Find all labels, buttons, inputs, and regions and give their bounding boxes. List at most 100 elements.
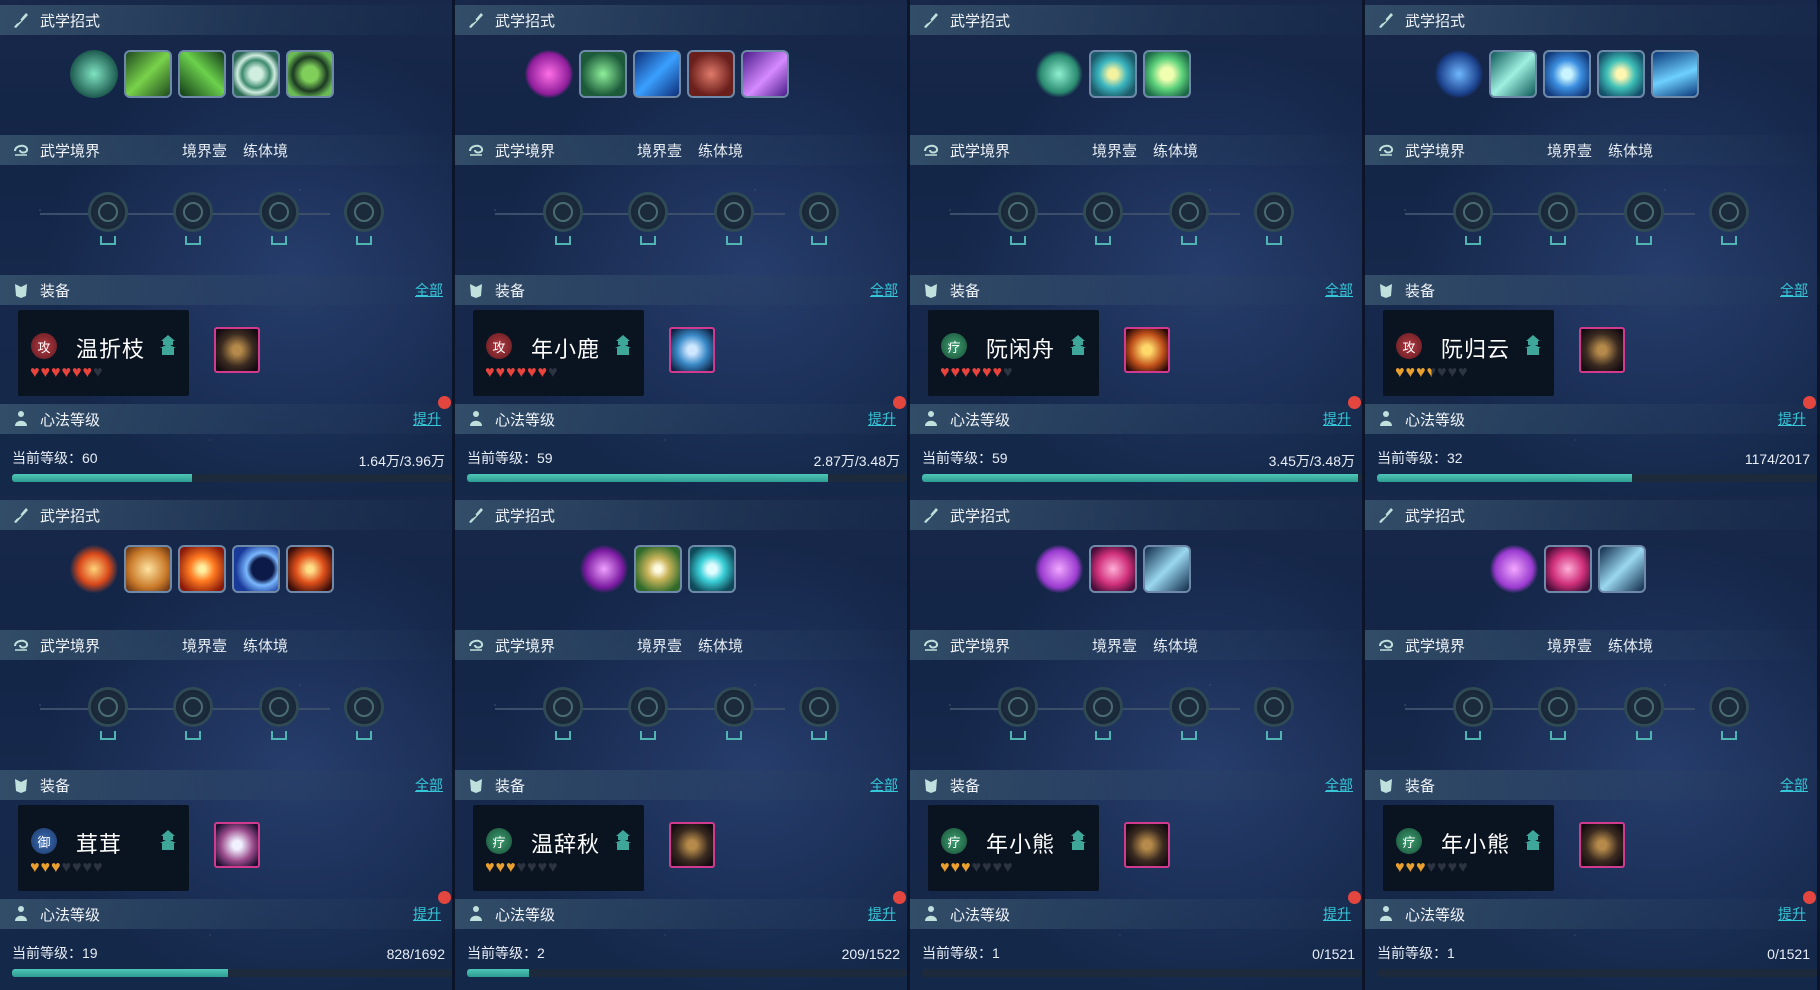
realm-node[interactable] (1624, 687, 1664, 727)
blue-serpent-icon[interactable] (633, 50, 681, 98)
cyan-ring-icon[interactable] (688, 545, 736, 593)
shark-fin-icon[interactable] (1143, 545, 1191, 593)
upgrade-link[interactable]: 提升 (868, 409, 896, 429)
character-card[interactable]: 疗 温辞秋 ♥ ♥ ♥ ♥ ♥ ♥ ♥ (473, 805, 644, 891)
realm-node[interactable] (1538, 687, 1578, 727)
claw-slash-icon[interactable] (124, 50, 172, 98)
spirit-icon[interactable] (70, 50, 118, 98)
dark-armor-icon[interactable] (214, 327, 260, 373)
realm-node[interactable] (714, 687, 754, 727)
realm-node[interactable] (799, 687, 839, 727)
realm-node[interactable] (1254, 192, 1294, 232)
realm-node[interactable] (1538, 192, 1578, 232)
crescent-icon[interactable] (232, 545, 280, 593)
leaf-spirit-icon[interactable] (1035, 50, 1083, 98)
purple-dancer-icon[interactable] (580, 545, 628, 593)
realm-node[interactable] (173, 687, 213, 727)
realm-node[interactable] (1083, 687, 1123, 727)
wind-slash-icon[interactable] (1489, 50, 1537, 98)
heart-icon: ♥ (516, 364, 527, 381)
fire-figure-icon[interactable] (70, 545, 118, 593)
upgrade-link[interactable]: 提升 (413, 904, 441, 924)
realm-node[interactable] (88, 687, 128, 727)
realm-node[interactable] (628, 192, 668, 232)
realm-node[interactable] (1169, 687, 1209, 727)
light-rays-icon[interactable] (634, 545, 682, 593)
realm-node[interactable] (344, 192, 384, 232)
character-card[interactable]: 攻 阮归云 ♥ ♥ ♥ ♥ ♥ ♥ ♥ (1383, 310, 1554, 396)
upgrade-link[interactable]: 提升 (413, 409, 441, 429)
red-scale-icon[interactable] (687, 50, 735, 98)
character-card[interactable]: 攻 温折枝 ♥ ♥ ♥ ♥ ♥ ♥ ♥ (18, 310, 189, 396)
silver-armor-icon[interactable] (214, 822, 260, 868)
equip-all-link[interactable]: 全部 (1780, 280, 1808, 300)
realm-node[interactable] (714, 192, 754, 232)
realm-node[interactable] (88, 192, 128, 232)
upgrade-link[interactable]: 提升 (1778, 409, 1806, 429)
realm-node[interactable] (543, 687, 583, 727)
upgrade-link[interactable]: 提升 (1778, 904, 1806, 924)
pink-beast-icon[interactable] (1544, 545, 1592, 593)
realm-node[interactable] (1709, 192, 1749, 232)
realm-node[interactable] (259, 192, 299, 232)
realm-node[interactable] (1709, 687, 1749, 727)
realm-node[interactable] (628, 687, 668, 727)
character-card[interactable]: 疗 阮闲舟 ♥ ♥ ♥ ♥ ♥ ♥ ♥ (928, 310, 1099, 396)
equip-all-link[interactable]: 全部 (1325, 775, 1353, 795)
fire-swirl-icon[interactable] (286, 545, 334, 593)
realm-node[interactable] (344, 687, 384, 727)
equip-all-link[interactable]: 全部 (415, 775, 443, 795)
realm-node[interactable] (1169, 192, 1209, 232)
blade-strike-icon[interactable] (178, 50, 226, 98)
water-flower-icon[interactable] (1089, 50, 1137, 98)
realm-node[interactable] (799, 192, 839, 232)
green-burst-icon[interactable] (579, 50, 627, 98)
crystal-icon[interactable] (1035, 545, 1083, 593)
purple-orb-icon[interactable] (525, 50, 573, 98)
dark-armor-icon[interactable] (669, 822, 715, 868)
character-card[interactable]: 疗 年小熊 ♥ ♥ ♥ ♥ ♥ ♥ ♥ (1383, 805, 1554, 891)
tide-icon[interactable] (1651, 50, 1699, 98)
lotus-icon[interactable] (1143, 50, 1191, 98)
upgrade-link[interactable]: 提升 (868, 904, 896, 924)
violet-flame-icon[interactable] (741, 50, 789, 98)
realm-node[interactable] (173, 192, 213, 232)
dark-armor-icon[interactable] (1579, 327, 1625, 373)
blue-armor-icon[interactable] (669, 327, 715, 373)
gold-armor-icon[interactable] (1124, 327, 1170, 373)
pink-beast-icon[interactable] (1089, 545, 1137, 593)
dark-armor-icon[interactable] (1124, 822, 1170, 868)
equip-all-link[interactable]: 全部 (870, 280, 898, 300)
explosion-icon[interactable] (178, 545, 226, 593)
realm-node[interactable] (998, 192, 1038, 232)
character-card[interactable]: 御 茸茸 ♥ ♥ ♥ ♥ ♥ ♥ ♥ (18, 805, 189, 891)
equip-all-link[interactable]: 全部 (415, 280, 443, 300)
taiji-icon[interactable] (286, 50, 334, 98)
equip-all-link[interactable]: 全部 (870, 775, 898, 795)
crystal-icon[interactable] (1490, 545, 1538, 593)
realm-node[interactable] (1254, 687, 1294, 727)
equip-all-link[interactable]: 全部 (1780, 775, 1808, 795)
character-card[interactable]: 疗 年小熊 ♥ ♥ ♥ ♥ ♥ ♥ ♥ (928, 805, 1099, 891)
realm-node[interactable] (1624, 192, 1664, 232)
realm-node[interactable] (1083, 192, 1123, 232)
level-value: 1 (1447, 945, 1455, 961)
star-flower-icon[interactable] (1597, 50, 1645, 98)
upgrade-link[interactable]: 提升 (1323, 409, 1351, 429)
upgrade-link[interactable]: 提升 (1323, 904, 1351, 924)
realm-node[interactable] (1453, 687, 1493, 727)
shark-fin-icon[interactable] (1598, 545, 1646, 593)
realm-node[interactable] (543, 192, 583, 232)
buddha-icon[interactable] (124, 545, 172, 593)
heart-icon: ♥ (950, 859, 961, 876)
wave-spirit-icon[interactable] (1435, 50, 1483, 98)
vortex-ring-icon[interactable] (232, 50, 280, 98)
character-card[interactable]: 攻 年小鹿 ♥ ♥ ♥ ♥ ♥ ♥ ♥ (473, 310, 644, 396)
equip-all-link[interactable]: 全部 (1325, 280, 1353, 300)
realm-node[interactable] (998, 687, 1038, 727)
whirlpool-icon[interactable] (1543, 50, 1591, 98)
role-badge-text: 攻 (1402, 339, 1416, 355)
realm-node[interactable] (259, 687, 299, 727)
realm-node[interactable] (1453, 192, 1493, 232)
dark-armor-icon[interactable] (1579, 822, 1625, 868)
